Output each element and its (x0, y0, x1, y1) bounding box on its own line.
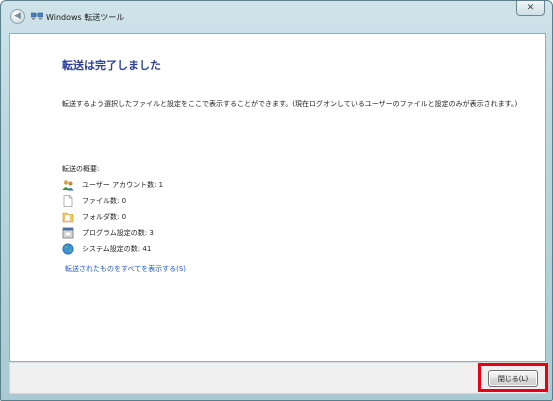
summary-item-label: プログラム設定の数: 3 (82, 229, 154, 237)
close-icon: ✕ (526, 2, 535, 13)
summary-item-program-settings: プログラム設定の数: 3 (62, 226, 262, 242)
globe-icon (62, 243, 74, 255)
title-bar: ◀ Windows 転送ツール ✕ (1, 1, 552, 33)
content-panel: 転送は完了しました 転送するよう選択したファイルと設定をここで表示することができ… (9, 33, 546, 362)
summary-item-label: ユーザー アカウント数: 1 (82, 181, 164, 189)
summary-item-folders: フォルダ数: 0 (62, 210, 262, 226)
window-frame: ◀ Windows 転送ツール ✕ 転送は完了しました 転送するよう選択したファ… (0, 0, 553, 401)
summary-item-label: システム設定の数: 41 (82, 245, 152, 253)
description-text: 転送するよう選択したファイルと設定をここで表示することができます。(現在ログオン… (62, 100, 518, 108)
summary-item-system-settings: システム設定の数: 41 (62, 242, 262, 258)
folder-icon (62, 212, 74, 223)
window-title: Windows 転送ツール (46, 13, 125, 22)
window-close-button[interactable]: ✕ (516, 1, 545, 16)
users-icon (62, 180, 74, 191)
view-all-transferred-link[interactable]: 転送されたものをすべてを表示する(S) (65, 264, 186, 274)
summary-label: 転送の概要: (62, 165, 100, 173)
back-button[interactable]: ◀ (10, 9, 25, 24)
summary-item-label: ファイル数: 0 (82, 197, 127, 205)
back-arrow-icon: ◀ (14, 11, 21, 21)
program-icon (62, 227, 74, 239)
footer-bar (9, 362, 546, 394)
page-title: 転送は完了しました (62, 59, 161, 72)
summary-list: ユーザー アカウント数: 1 ファイル数: 0 フォルダ数: 0 プログラム設定… (62, 178, 262, 258)
summary-item-files: ファイル数: 0 (62, 194, 262, 210)
close-button[interactable]: 閉じる(L) (488, 370, 538, 387)
file-icon (63, 195, 73, 207)
transfer-app-icon (31, 12, 43, 20)
summary-item-label: フォルダ数: 0 (82, 213, 127, 221)
summary-item-user-accounts: ユーザー アカウント数: 1 (62, 178, 262, 194)
